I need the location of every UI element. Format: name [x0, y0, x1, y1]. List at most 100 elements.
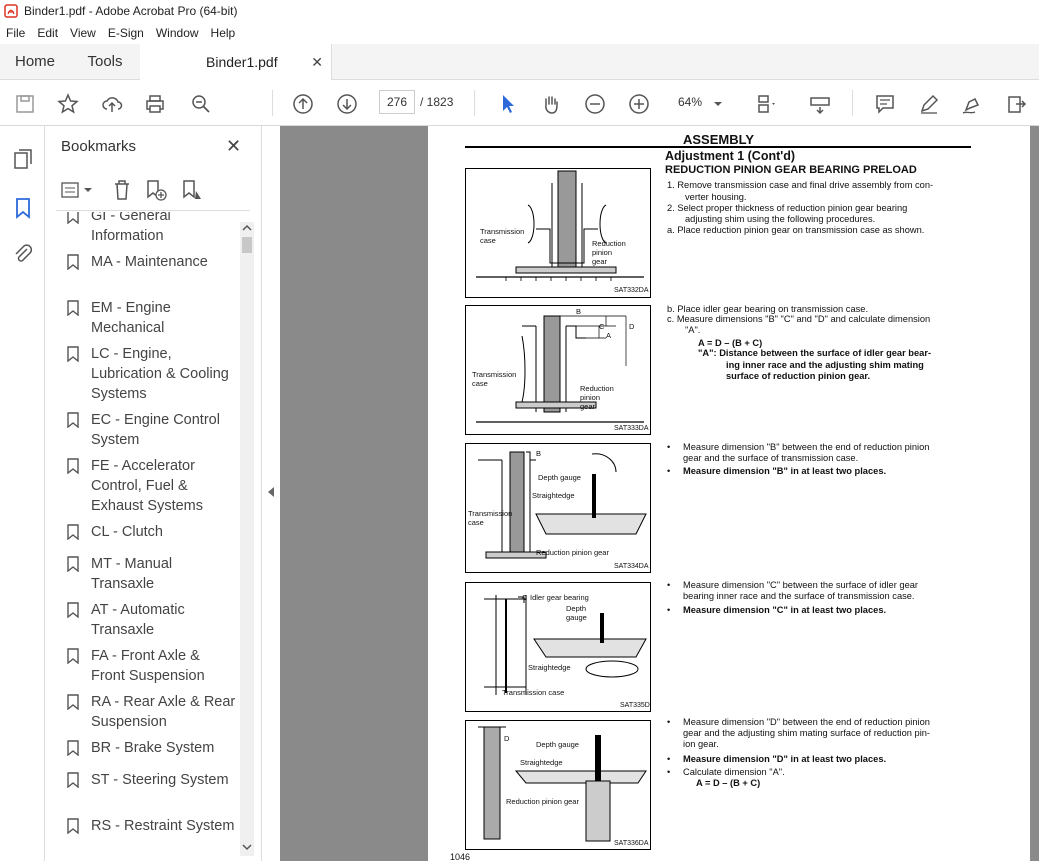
measure-d-note: Measure dimension "D" in at least two pl…: [683, 754, 887, 764]
bookmark-item[interactable]: MT - Manual Transaxle: [67, 554, 236, 594]
bullet-dot: •: [667, 754, 671, 764]
zoom-level[interactable]: 64%: [678, 95, 702, 109]
attachments-icon[interactable]: [11, 242, 35, 266]
bookmark-item[interactable]: RA - Rear Axle & Rear Suspension: [67, 692, 236, 732]
bookmark-item[interactable]: ST - Steering System: [67, 770, 236, 790]
figure-label: case: [472, 379, 488, 388]
bookmark-star-icon[interactable]: [56, 92, 80, 116]
figure-label: Straightedge: [528, 663, 571, 672]
options-menu-icon[interactable]: [60, 178, 94, 202]
bullet-dot: •: [667, 767, 671, 777]
close-tab-icon[interactable]: ✕: [311, 54, 323, 71]
collapse-panel-icon[interactable]: [268, 487, 274, 497]
menu-esign[interactable]: E-Sign: [102, 26, 150, 40]
definition-a: "A": Distance between the surface of idl…: [698, 348, 932, 358]
bookmark-item[interactable]: EM - Engine Mechanical: [67, 298, 236, 338]
bookmark-item[interactable]: BR - Brake System: [67, 738, 240, 758]
figure-label: Depth: [566, 604, 587, 613]
figure-label: gauge: [566, 613, 587, 622]
measure-b-cont: gear and the surface of transmission cas…: [683, 453, 859, 463]
find-bookmark-icon[interactable]: [180, 178, 204, 202]
bookmark-label: ST - Steering System: [91, 772, 229, 788]
figure-label: A: [606, 331, 612, 340]
tab-tools[interactable]: Tools: [70, 53, 140, 70]
figure-label: Idler gear bearing: [530, 593, 589, 602]
keyboard-icon[interactable]: [808, 92, 832, 116]
zoom-search-icon[interactable]: [189, 92, 213, 116]
bookmark-item[interactable]: MA - Maintenance: [67, 252, 236, 272]
menu-edit[interactable]: Edit: [31, 26, 64, 40]
menu-help[interactable]: Help: [205, 26, 242, 40]
close-panel-icon[interactable]: ✕: [226, 136, 241, 157]
comment-icon[interactable]: [873, 92, 897, 116]
tab-document[interactable]: Binder1.pdf ✕: [140, 44, 332, 80]
bookmark-icon: [67, 412, 79, 428]
figure-4: C Idler gear bearing Depth gauge Straigh…: [465, 582, 651, 712]
tab-home[interactable]: Home: [0, 53, 70, 70]
bookmark-scrollbar[interactable]: [240, 222, 254, 856]
bookmark-item[interactable]: EC - Engine Control System: [67, 410, 236, 450]
bookmark-item[interactable]: FA - Front Axle & Front Suspension: [67, 646, 236, 686]
figure-code: SAT335D: [620, 702, 650, 709]
bookmark-icon: [67, 694, 79, 710]
figure-label: Depth gauge: [536, 740, 579, 749]
toolbar-divider: [852, 90, 853, 116]
menu-view[interactable]: View: [64, 26, 102, 40]
figure-label: gear: [592, 257, 608, 266]
calc-a-formula: A = D – (B + C): [696, 778, 761, 788]
bookmark-item[interactable]: CL - Clutch: [67, 522, 236, 542]
menu-file[interactable]: File: [0, 26, 31, 40]
bookmark-label: RA - Rear Axle & Rear Suspension: [91, 694, 236, 730]
bookmark-label: CL - Clutch: [91, 524, 163, 540]
print-icon[interactable]: [143, 92, 167, 116]
save-icon[interactable]: [13, 92, 37, 116]
figure-label: B: [576, 307, 582, 316]
zoom-dropdown-icon[interactable]: [712, 92, 724, 116]
previous-page-icon[interactable]: [291, 92, 315, 116]
measure-b: Measure dimension "B" between the end of…: [683, 442, 930, 452]
page-thumbnails-icon[interactable]: [11, 148, 35, 172]
figure-5: D Depth gauge Straightedge Reduction pin…: [465, 720, 651, 850]
delete-bookmark-icon[interactable]: [110, 178, 134, 202]
figure-label: B: [536, 449, 542, 458]
document-tab-label: Binder1.pdf: [206, 54, 278, 70]
scroll-up-icon[interactable]: [242, 223, 252, 233]
bookmark-label: EM - Engine Mechanical: [91, 300, 171, 336]
figure-label: Reduction: [580, 384, 614, 393]
bookmarks-panel-icon[interactable]: [11, 196, 35, 220]
bookmark-item[interactable]: RS - Restraint System: [67, 816, 236, 836]
next-page-icon[interactable]: [335, 92, 359, 116]
measure-d-cont2: ion gear.: [683, 739, 719, 749]
bookmark-item[interactable]: AT - Automatic Transaxle: [67, 600, 236, 640]
menu-window[interactable]: Window: [150, 26, 205, 40]
bookmark-item[interactable]: FE - Accelerator Control, Fuel & Exhaust…: [67, 456, 236, 516]
upload-cloud-icon[interactable]: [100, 92, 124, 116]
select-cursor-icon[interactable]: [496, 92, 520, 116]
bookmark-icon: [67, 772, 79, 788]
bookmark-label: FE - Accelerator Control, Fuel & Exhaust…: [91, 458, 204, 514]
step-a: a. Place reduction pinion gear on transm…: [667, 225, 925, 235]
page-layout-icon[interactable]: [754, 92, 778, 116]
zoom-in-icon[interactable]: [627, 92, 651, 116]
zoom-out-icon[interactable]: [583, 92, 607, 116]
export-tools-icon[interactable]: [1005, 92, 1029, 116]
panel-divider: [56, 210, 250, 211]
bookmark-label: FA - Front Axle & Front Suspension: [91, 648, 205, 684]
figure-code: SAT334DA: [614, 563, 649, 570]
bookmark-item[interactable]: GI - General Information: [67, 212, 236, 246]
sign-pen-icon[interactable]: [960, 92, 984, 116]
hand-tool-icon[interactable]: [539, 92, 563, 116]
bookmark-label: AT - Automatic Transaxle: [91, 602, 185, 638]
figure-label: Depth gauge: [538, 473, 581, 482]
viewer-scrollbar[interactable]: [1030, 126, 1039, 861]
bookmark-icon: [67, 524, 79, 540]
highlight-pen-icon[interactable]: [917, 92, 941, 116]
bookmark-item[interactable]: LC - Engine, Lubrication & Cooling Syste…: [67, 344, 236, 404]
scroll-down-icon[interactable]: [242, 842, 252, 852]
bookmark-scroll-thumb[interactable]: [242, 237, 252, 253]
measure-c-note: Measure dimension "C" in at least two pl…: [683, 605, 887, 615]
page-number-input[interactable]: 276: [379, 90, 415, 114]
page-total: / 1823: [420, 95, 454, 109]
new-bookmark-icon[interactable]: [144, 178, 168, 202]
acrobat-logo-icon: [4, 4, 18, 18]
